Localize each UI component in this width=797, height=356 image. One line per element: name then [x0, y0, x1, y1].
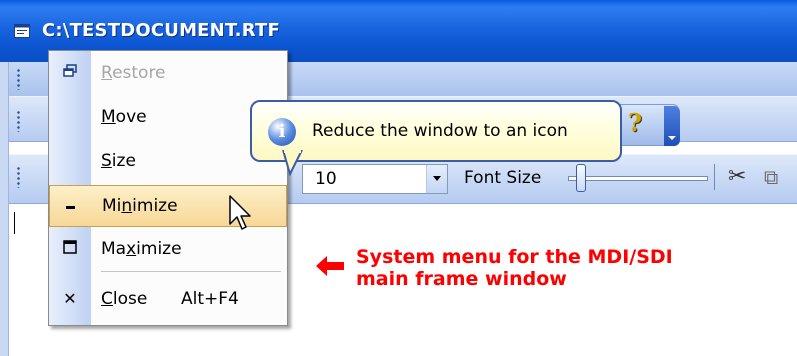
scissors-icon[interactable]: ✂: [728, 164, 748, 190]
font-size-combo[interactable]: 10: [302, 164, 448, 194]
annotation-line-1: System menu for the MDI/SDI: [356, 246, 673, 268]
tooltip-text: Reduce the window to an icon: [312, 121, 568, 141]
menu-item-label: Move: [101, 107, 147, 127]
menu-item-close[interactable]: ✕ Close Alt+F4: [49, 279, 287, 319]
chevron-down-icon[interactable]: [426, 165, 447, 193]
menu-item-label: Maximize: [101, 239, 182, 259]
minimize-icon: [62, 196, 80, 216]
font-size-slider-thumb[interactable]: [576, 164, 586, 192]
menu-item-label: Minimize: [102, 196, 178, 216]
restore-icon: [61, 63, 79, 83]
system-menu-icon[interactable]: [14, 24, 30, 38]
copy-icon[interactable]: ⧉: [764, 164, 790, 190]
font-size-value: 10: [315, 169, 337, 189]
info-icon: i: [268, 118, 296, 146]
window-left-border: [0, 62, 9, 356]
menu-item-shortcut: Alt+F4: [181, 289, 239, 309]
tooltip-tail: [282, 150, 303, 176]
menu-item-label: Restore: [101, 63, 166, 83]
system-menu: Restore Move Size Minimize Maximize ✕ Cl…: [48, 50, 288, 326]
window-title: C:\TESTDOCUMENT.RTF: [42, 20, 280, 41]
annotation-line-2: main frame window: [356, 268, 567, 290]
menu-item-label: Close: [101, 289, 148, 309]
format-toolbar-grip-handle[interactable]: [17, 166, 20, 188]
left-arrow-icon: [316, 256, 344, 276]
font-size-label: Font Size: [464, 168, 542, 188]
mouse-pointer-icon: [229, 195, 251, 230]
menu-separator: [101, 271, 281, 272]
menubar-grip-handle[interactable]: [17, 68, 20, 90]
toolbar-separator: [714, 164, 715, 190]
annotation-text: System menu for the MDI/SDI main frame w…: [356, 246, 776, 290]
standard-toolbar-grip-handle[interactable]: [17, 110, 20, 132]
toolbar-overflow-chevron[interactable]: [664, 106, 680, 146]
text-caret: [14, 212, 15, 234]
menu-item-maximize[interactable]: Maximize: [49, 229, 287, 269]
maximize-icon: [61, 239, 79, 259]
help-question-icon[interactable]: ?: [628, 110, 650, 136]
close-icon: ✕: [63, 289, 77, 308]
menu-item-label: Size: [101, 151, 136, 171]
menu-item-restore[interactable]: Restore: [49, 53, 287, 93]
font-size-slider-track[interactable]: [568, 176, 708, 181]
